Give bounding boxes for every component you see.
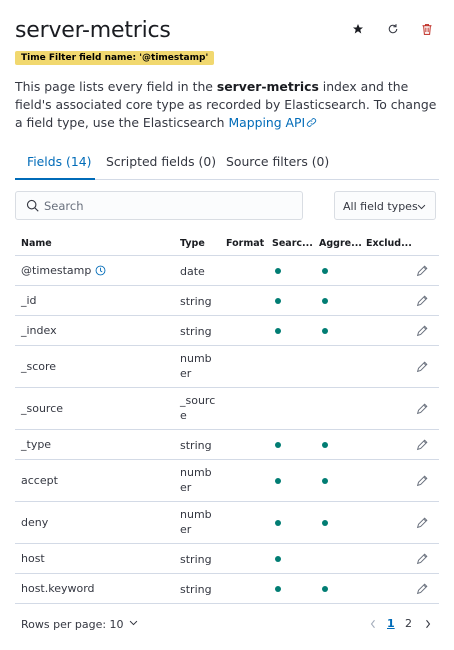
column-header-searchable[interactable]: Searc...: [272, 238, 313, 249]
pagination-prev-icon[interactable]: [368, 618, 378, 630]
searchable-dot-icon: [275, 478, 281, 484]
rows-per-page-selector[interactable]: Rows per page: 10: [21, 617, 139, 631]
aggregatable-dot-icon: [322, 442, 328, 448]
aggregatable-dot-icon: [322, 298, 328, 304]
field-name: host: [21, 552, 45, 565]
edit-pencil-icon[interactable]: [415, 360, 429, 374]
aggregatable-dot-icon: [322, 478, 328, 484]
time-filter-badge: Time Filter field name: '@timestamp': [15, 51, 215, 65]
table-row: host.keyword string: [15, 574, 439, 604]
field-type: number: [180, 466, 212, 494]
searchable-dot-icon: [275, 586, 281, 592]
edit-pencil-icon[interactable]: [415, 402, 429, 416]
searchable-dot-icon: [275, 442, 281, 448]
field-name: host.keyword: [21, 582, 95, 595]
table-row: host string: [15, 544, 439, 574]
field-name: _id: [21, 294, 37, 307]
aggregatable-dot-icon: [322, 586, 328, 592]
edit-pencil-icon[interactable]: [415, 264, 429, 278]
field-name: _index: [21, 324, 57, 337]
tab-scripted-fields[interactable]: Scripted fields (0): [106, 150, 216, 180]
field-type: number: [180, 352, 212, 380]
table-row: deny number: [15, 502, 439, 544]
column-header-format[interactable]: Format: [226, 238, 264, 249]
trash-icon[interactable]: [418, 20, 436, 38]
table-row: accept number: [15, 460, 439, 502]
table-row: _id string: [15, 286, 439, 316]
edit-pencil-icon[interactable]: [415, 552, 429, 566]
column-header-name[interactable]: Name: [21, 238, 52, 249]
aggregatable-dot-icon: [322, 268, 328, 274]
field-type: date: [180, 265, 205, 278]
chevron-down-icon: [129, 620, 137, 626]
field-type: string: [180, 439, 212, 452]
star-icon[interactable]: [349, 20, 367, 38]
tab-fields[interactable]: Fields (14): [15, 150, 95, 180]
edit-pencil-icon[interactable]: [415, 474, 429, 488]
refresh-icon[interactable]: [384, 20, 402, 38]
edit-pencil-icon[interactable]: [415, 582, 429, 596]
search-icon: [26, 199, 39, 212]
pagination-page-2[interactable]: 2: [405, 617, 412, 630]
edit-pencil-icon[interactable]: [415, 438, 429, 452]
mapping-api-link[interactable]: Mapping API: [228, 115, 317, 130]
pagination-page-1[interactable]: 1: [387, 617, 395, 630]
field-name: @timestamp: [21, 264, 106, 277]
table-row: _source _source: [15, 388, 439, 430]
aggregatable-dot-icon: [322, 328, 328, 334]
field-type: string: [180, 295, 212, 308]
field-name: deny: [21, 516, 49, 529]
field-type-select-value: All field types: [343, 200, 418, 213]
field-name: _type: [21, 438, 52, 451]
pagination-next-icon[interactable]: [423, 618, 433, 630]
field-name: accept: [21, 474, 58, 487]
tab-bar: Fields (14) Scripted fields (0) Source f…: [15, 150, 439, 180]
searchable-dot-icon: [275, 298, 281, 304]
search-box: [15, 191, 303, 220]
field-type: string: [180, 583, 212, 596]
page-title: server-metrics: [15, 18, 171, 43]
aggregatable-dot-icon: [322, 520, 328, 526]
external-link-icon: [307, 118, 317, 127]
clock-icon: [95, 265, 106, 276]
field-type: number: [180, 508, 212, 536]
field-name: _score: [21, 360, 57, 373]
searchable-dot-icon: [275, 328, 281, 334]
table-row: _score number: [15, 346, 439, 388]
table-row: _index string: [15, 316, 439, 346]
search-input[interactable]: [44, 192, 299, 219]
field-type: string: [180, 553, 212, 566]
searchable-dot-icon: [275, 556, 281, 562]
field-name: _source: [21, 402, 64, 415]
field-type: string: [180, 325, 212, 338]
edit-pencil-icon[interactable]: [415, 324, 429, 338]
index-name: server-metrics: [216, 79, 319, 94]
table-row: _type string: [15, 430, 439, 460]
table-row: @timestamp date: [15, 256, 439, 286]
searchable-dot-icon: [275, 268, 281, 274]
tab-source-filters[interactable]: Source filters (0): [226, 150, 329, 180]
edit-pencil-icon[interactable]: [415, 294, 429, 308]
column-header-aggregatable[interactable]: Aggre...: [319, 238, 362, 249]
chevron-down-icon: [417, 204, 426, 210]
page-description: This page lists every field in the serve…: [15, 79, 437, 130]
searchable-dot-icon: [275, 520, 281, 526]
column-header-type[interactable]: Type: [180, 238, 205, 249]
edit-pencil-icon[interactable]: [415, 516, 429, 530]
field-type: _source: [180, 394, 216, 422]
column-header-excluded[interactable]: Exclud...: [366, 238, 412, 249]
field-type-select[interactable]: All field types: [334, 191, 436, 220]
